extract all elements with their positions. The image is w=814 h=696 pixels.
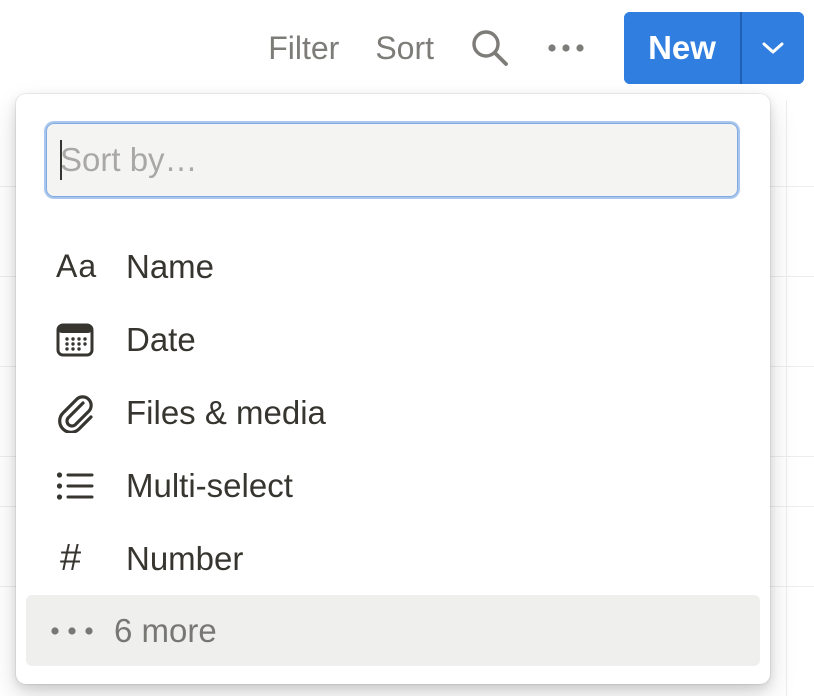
paperclip-icon: [56, 376, 126, 449]
filter-button[interactable]: Filter: [250, 12, 357, 84]
list-icon: [56, 449, 126, 522]
more-horizontal-icon: [548, 44, 584, 52]
more-options-button[interactable]: [544, 12, 588, 84]
sort-search-input[interactable]: [46, 123, 738, 197]
text-aa-icon: Aa: [56, 248, 98, 284]
grid-line: [786, 100, 787, 696]
sort-property-multi-select[interactable]: Multi-select: [26, 449, 760, 522]
property-label: Name: [126, 247, 215, 285]
property-label: Number: [126, 539, 244, 577]
sort-button[interactable]: Sort: [357, 12, 452, 84]
sort-property-date[interactable]: Date: [26, 303, 760, 376]
database-toolbar: Filter Sort New: [250, 12, 804, 84]
sort-property-number[interactable]: # Number: [26, 522, 760, 595]
sort-property-name[interactable]: Aa Name: [26, 230, 760, 303]
sort-property-list: Aa Name Date Files & media Multi-select …: [26, 230, 760, 666]
new-button-group: New: [624, 12, 804, 84]
calendar-icon: [56, 303, 126, 376]
property-label: Multi-select: [126, 466, 293, 504]
text-caret: [60, 140, 62, 180]
new-dropdown-button[interactable]: [742, 12, 804, 84]
sort-popup: Aa Name Date: [16, 94, 770, 684]
show-more-properties[interactable]: 6 more: [26, 595, 760, 666]
search-icon: [472, 30, 508, 66]
property-label: Files & media: [126, 393, 326, 431]
chevron-down-icon: [762, 42, 784, 54]
sort-search-box: [46, 123, 738, 197]
search-button[interactable]: [468, 12, 512, 84]
hash-icon: #: [60, 537, 83, 579]
sort-property-files-media[interactable]: Files & media: [26, 376, 760, 449]
more-label: 6 more: [114, 611, 217, 649]
stage: Filter Sort New Sort by… Aa Name Date Fi…: [0, 0, 814, 696]
more-horizontal-icon: [50, 594, 120, 667]
property-label: Date: [126, 320, 196, 358]
new-button[interactable]: New: [624, 12, 740, 84]
